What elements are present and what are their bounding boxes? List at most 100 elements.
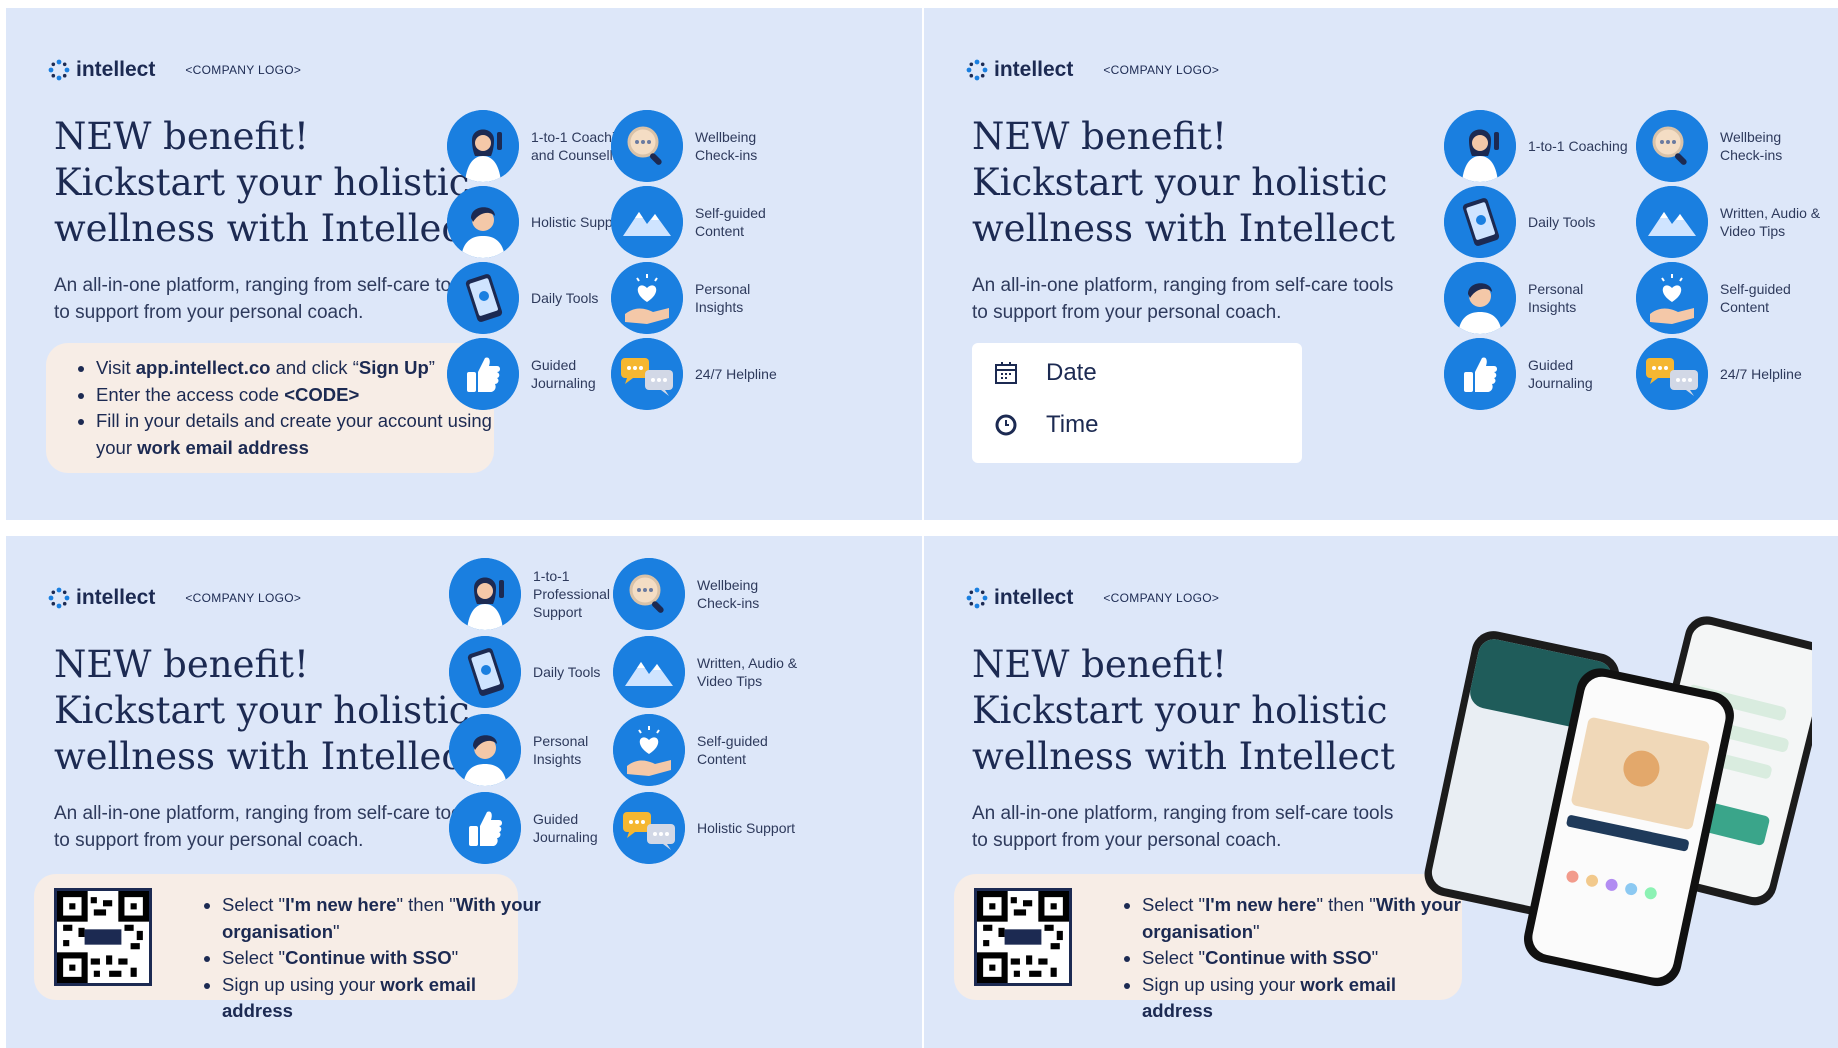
subtitle: An all-in-one platform, ranging from sel… (972, 275, 1394, 323)
feature-journaling: Guided Journaling (1444, 338, 1634, 410)
headline: NEW benefit! Kickstart your holistic welln… (54, 643, 478, 778)
feature-self-guided: Self-guided Content (1636, 262, 1826, 334)
coach-person-icon (449, 558, 521, 630)
feature-tips: Written, Audio & Video Tips (1636, 186, 1826, 258)
brand-header: intellect <COMPANY LOGO> (48, 58, 301, 82)
feature-daily-tools: Daily Tools (447, 262, 637, 334)
subtitle: An all-in-one platform, ranging from sel… (972, 803, 1394, 851)
company-logo-placeholder: <COMPANY LOGO> (1103, 63, 1220, 77)
person-icon (449, 714, 521, 786)
heart-hand-icon (611, 262, 683, 334)
headline: NEW benefit! Kickstart your holistic wel… (54, 115, 478, 250)
chat-icon (613, 792, 685, 864)
feature-insights: Personal Insights (449, 714, 639, 786)
feature-helpline: 24/7 Helpline (1636, 338, 1826, 410)
feature-professional-support: 1-to-1 Professional Support (449, 558, 639, 630)
flyer-panel-4: intellect <COMPANY LOGO> NEW benefit! Kic… (924, 536, 1838, 1048)
feature-holistic: Holistic Support (613, 792, 803, 864)
time-label: Time (1046, 411, 1099, 438)
feature-holistic: Holistic Support (447, 186, 637, 258)
magnifier-icon (1636, 110, 1708, 182)
flyer-panel-2: intellect <COMPANY LOGO> NEW benefit! Kic… (924, 8, 1838, 520)
feature-helpline: 24/7 Helpline (611, 338, 801, 410)
phone-icon (1444, 186, 1516, 258)
brand-name: intellect (994, 58, 1074, 81)
feature-journaling: Guided Journaling (447, 338, 637, 410)
intellect-logo-icon (966, 59, 988, 81)
date-row: Date (994, 359, 1097, 387)
feature-self-guided: Self-guided Content (611, 186, 801, 258)
coach-person-icon (1444, 110, 1516, 182)
headline: NEW benefit! Kickstart your holistic welln… (972, 115, 1396, 250)
qr-step-3: Sign up using your work email address (222, 972, 542, 1025)
brand-name: intellect (76, 58, 156, 81)
calendar-icon (995, 362, 1017, 384)
step-2: Enter the access code <CODE> (96, 382, 494, 409)
feature-wellbeing: Wellbeing Check-ins (611, 110, 801, 182)
intellect-logo-icon (966, 587, 988, 609)
brand-header: intellect <COMPANY LOGO> (48, 586, 301, 610)
heart-hand-icon (613, 714, 685, 786)
signup-steps-card: Visit app.intellect.co and click “Sign U… (46, 343, 494, 473)
date-label: Date (1046, 359, 1097, 386)
subtitle: An all-in-one platform, ranging from sel… (54, 275, 476, 323)
thumbs-up-icon (1444, 338, 1516, 410)
company-logo-placeholder: <COMPANY LOGO> (185, 591, 302, 605)
feature-tips: Written, Audio & Video Tips (613, 636, 803, 708)
mountain-icon (611, 186, 683, 258)
heart-hand-icon (1636, 262, 1708, 334)
coach-person-icon (447, 110, 519, 182)
feature-insights: Personal Insights (611, 262, 801, 334)
magnifier-icon (611, 110, 683, 182)
feature-wellbeing: Wellbeing Check-ins (1636, 110, 1826, 182)
step-1: Visit app.intellect.co and click “Sign U… (96, 355, 494, 382)
feature-insights: Personal Insights (1444, 262, 1634, 334)
intellect-logo-icon (48, 587, 70, 609)
flyer-panel-3: intellect <COMPANY LOGO> NEW benefit! Kic… (6, 536, 922, 1048)
thumbs-up-icon (449, 792, 521, 864)
feature-coaching: 1-to-1 Coaching (1444, 110, 1634, 182)
qr-step-2: Select "Continue with SSO" (1142, 945, 1462, 972)
time-row: Time (994, 411, 1098, 439)
feature-daily-tools: Daily Tools (449, 636, 639, 708)
mountain-icon (1636, 186, 1708, 258)
chat-icon (611, 338, 683, 410)
intellect-logo-icon (48, 59, 70, 81)
qr-code[interactable] (974, 888, 1072, 986)
feature-wellbeing: Wellbeing Check-ins (613, 558, 803, 630)
feature-coaching: 1-to-1 Coaching and Counselling (447, 110, 637, 182)
qr-code[interactable] (54, 888, 152, 986)
person-icon (447, 186, 519, 258)
person-icon (1444, 262, 1516, 334)
mountain-icon (613, 636, 685, 708)
brand-header: intellect <COMPANY LOGO> (966, 586, 1219, 610)
phone-icon (449, 636, 521, 708)
signup-link[interactable]: app.intellect.co (136, 357, 271, 378)
phone-icon (447, 262, 519, 334)
brand-name: intellect (994, 586, 1074, 609)
qr-step-2: Select "Continue with SSO" (222, 945, 542, 972)
headline: NEW benefit! Kickstart your holistic welln… (972, 643, 1396, 778)
subtitle: An all-in-one platform, ranging from sel… (54, 803, 476, 851)
step-3: Fill in your details and create your acc… (96, 408, 494, 461)
thumbs-up-icon (447, 338, 519, 410)
flyer-panel-1: intellect <COMPANY LOGO> NEW benefit! Ki… (6, 8, 922, 520)
qr-step-3: Sign up using your work email address (1142, 972, 1462, 1025)
qr-code-icon (57, 891, 149, 983)
qr-step-1: Select "I'm new here" then "With your or… (1142, 892, 1462, 945)
qr-signup-card: Select "I'm new here" then "With your or… (954, 874, 1462, 1021)
date-time-card: Date Time (972, 343, 1302, 463)
qr-code-icon (977, 891, 1069, 983)
magnifier-icon (613, 558, 685, 630)
feature-self-guided: Self-guided Content (613, 714, 803, 786)
chat-icon (1636, 338, 1708, 410)
feature-daily-tools: Daily Tools (1444, 186, 1634, 258)
brand-name: intellect (76, 586, 156, 609)
feature-journaling: Guided Journaling (449, 792, 639, 864)
clock-icon (995, 414, 1017, 436)
company-logo-placeholder: <COMPANY LOGO> (1103, 591, 1220, 605)
brand-header: intellect <COMPANY LOGO> (966, 58, 1219, 82)
app-phones-mockup (1424, 616, 1812, 987)
qr-signup-card: Select "I'm new here" then "With your or… (34, 874, 541, 1021)
qr-step-1: Select "I'm new here" then "With your or… (222, 892, 542, 945)
